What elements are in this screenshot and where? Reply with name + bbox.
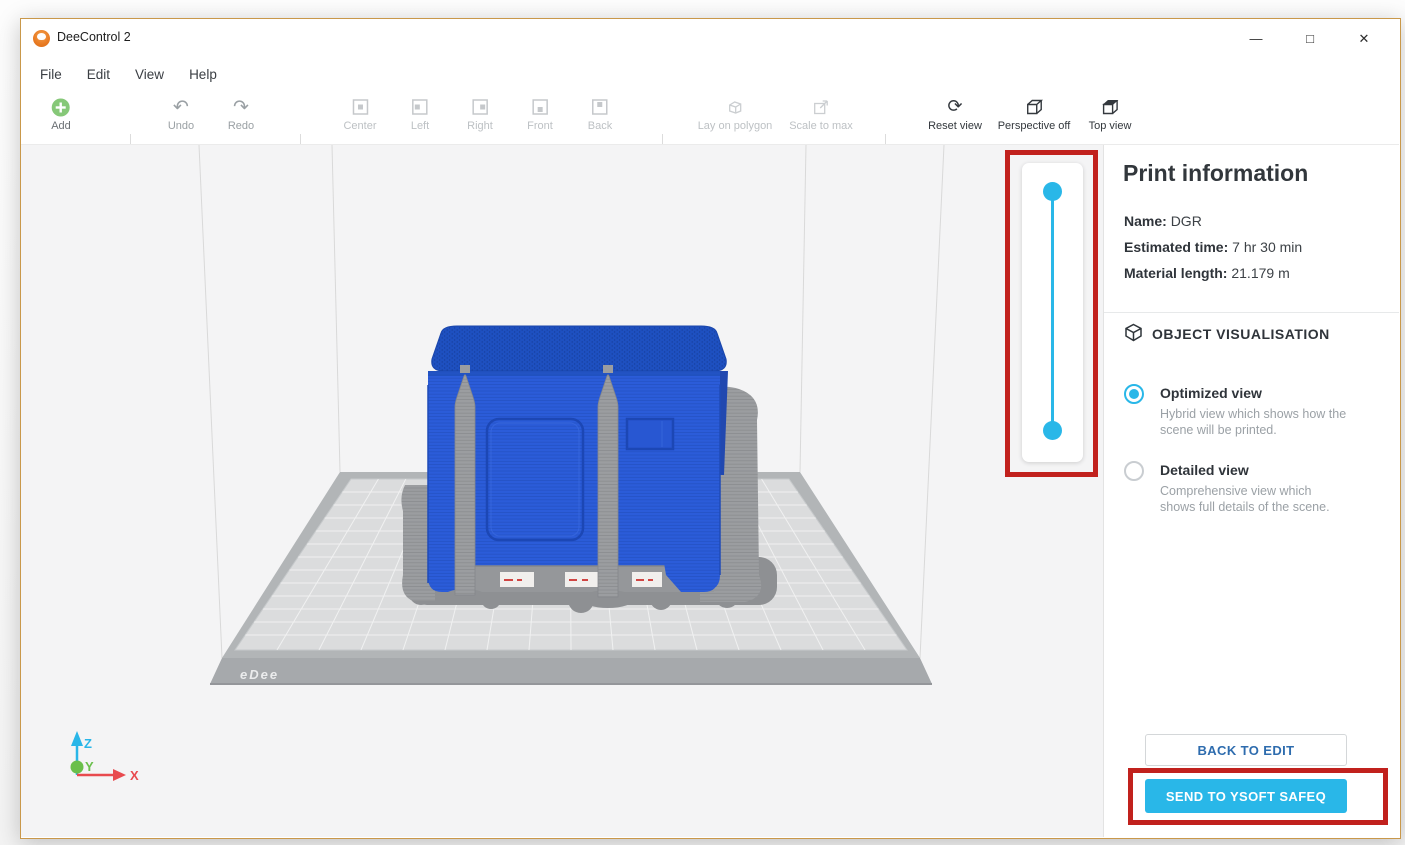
print-info-name: Name: DGR: [1124, 213, 1202, 229]
cube-icon: [1124, 323, 1143, 345]
top-view-button[interactable]: Top view: [1089, 96, 1132, 132]
toolbar-separator: [885, 134, 886, 144]
model-roof: [432, 326, 727, 371]
annotation-box-slider: [1005, 150, 1098, 477]
right-view-button[interactable]: Right: [467, 96, 493, 132]
lay-on-polygon-icon: [698, 96, 773, 118]
scale-to-max-icon: [789, 96, 853, 118]
toolbar-separator: [300, 134, 301, 144]
menu-edit[interactable]: Edit: [87, 67, 110, 82]
back-view-icon: [588, 96, 612, 118]
axes-indicator: Z Y X: [71, 731, 140, 783]
base-openings: [500, 572, 662, 587]
undo-icon: ↶: [168, 96, 194, 118]
minimize-button[interactable]: —: [1233, 19, 1279, 58]
center-view-icon: [343, 96, 376, 118]
redo-icon: ↷: [228, 96, 254, 118]
reset-view-icon: ⟳: [928, 96, 982, 118]
x-axis-label: X: [130, 768, 139, 783]
front-view-icon: [527, 96, 553, 118]
print-info-panel: Print information Name: DGR Estimated ti…: [1103, 145, 1399, 837]
reset-view-button[interactable]: ⟳ Reset view: [928, 96, 982, 132]
undo-button[interactable]: ↶ Undo: [168, 96, 194, 132]
close-button[interactable]: ✕: [1341, 19, 1387, 58]
add-icon: [51, 96, 71, 118]
redo-button[interactable]: ↷ Redo: [228, 96, 254, 132]
print-info-title: Print information: [1123, 160, 1308, 187]
annotation-box-send-button: [1128, 768, 1388, 825]
top-view-cube-icon: [1089, 96, 1132, 118]
menubar: File Edit View Help: [21, 58, 1399, 90]
menu-file[interactable]: File: [40, 67, 62, 82]
z-axis-label: Z: [84, 736, 92, 751]
y-axis-label: Y: [85, 759, 94, 774]
menu-help[interactable]: Help: [189, 67, 217, 82]
front-view-button[interactable]: Front: [527, 96, 553, 132]
perspective-cube-icon: [998, 96, 1071, 118]
add-button[interactable]: Add: [51, 96, 71, 132]
print-info-time: Estimated time: 7 hr 30 min: [1124, 239, 1302, 255]
scale-to-max-button[interactable]: Scale to max: [789, 96, 853, 132]
model-corner-right: [661, 475, 718, 592]
model-object[interactable]: [401, 326, 777, 613]
y-axis-dot: [71, 761, 84, 774]
panel-divider: [1104, 312, 1399, 313]
app-logo-icon: [33, 30, 50, 47]
lay-on-polygon-button[interactable]: Lay on polygon: [698, 96, 773, 132]
x-axis-arrow: [113, 769, 126, 781]
viewport-3d[interactable]: eDee: [21, 145, 1103, 837]
center-view-button[interactable]: Center: [343, 96, 376, 132]
object-visualisation-header: OBJECT VISUALISATION: [1124, 323, 1330, 345]
maximize-button[interactable]: □: [1287, 19, 1333, 58]
titlebar: DeeControl 2 — □ ✕: [21, 19, 1399, 58]
toolbar: Add ↶ Undo ↷ Redo Center Left Right Fron…: [21, 90, 1399, 145]
left-view-icon: [411, 96, 429, 118]
model-small-recess: [627, 419, 673, 449]
window-title: DeeControl 2: [57, 30, 131, 44]
perspective-button[interactable]: Perspective off: [998, 96, 1071, 132]
z-axis-arrow: [71, 731, 83, 746]
menu-view[interactable]: View: [135, 67, 164, 82]
toolbar-separator: [662, 134, 663, 144]
toolbar-separator: [130, 134, 131, 144]
bed-brand-label: eDee: [240, 667, 279, 682]
left-view-button[interactable]: Left: [411, 96, 429, 132]
radio-optimized-view[interactable]: [1124, 384, 1144, 404]
print-info-material: Material length: 21.179 m: [1124, 265, 1290, 281]
right-view-icon: [467, 96, 493, 118]
back-to-edit-button[interactable]: BACK TO EDIT: [1145, 734, 1347, 766]
radio-detailed-view[interactable]: [1124, 461, 1144, 481]
back-view-button[interactable]: Back: [588, 96, 612, 132]
